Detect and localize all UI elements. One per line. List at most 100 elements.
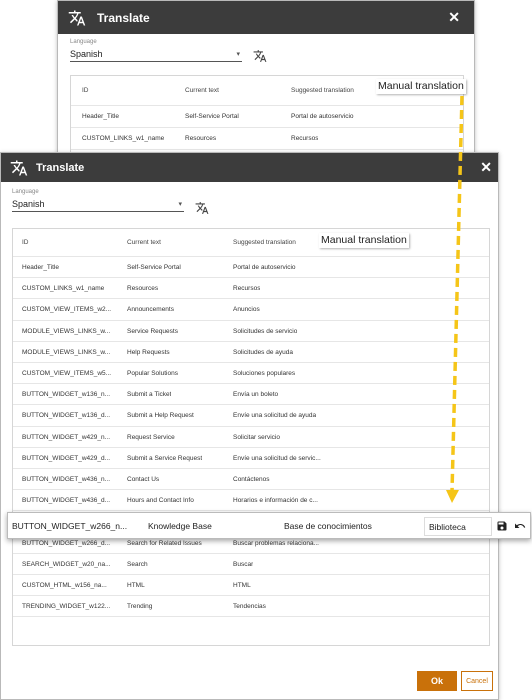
cell-current: Resources [127, 285, 159, 293]
table-row[interactable]: CUSTOM_VIEW_ITEMS_w2... Announcements Anun… [13, 299, 489, 321]
cell-id: Header_Title [22, 264, 59, 271]
cell-id: CUSTOM_VIEW_ITEMS_w2... [22, 306, 112, 314]
table-row[interactable]: Header_Title Self-Service Portal Portal de… [13, 257, 489, 279]
front-language-label: Language [12, 189, 39, 195]
cell-current: Service Requests [127, 327, 178, 335]
table-row[interactable]: BUTTON_WIDGET_w436_d... Hours and Contact… [13, 490, 489, 512]
front-language-value: Spanish [12, 199, 45, 209]
cancel-button[interactable]: Cancel [461, 671, 493, 691]
back-dialog-title: Translate [97, 10, 150, 25]
table-row[interactable]: CUSTOM_LINKS_w1_name Resources Recursos [71, 128, 463, 150]
table-row[interactable]: SEARCH_WIDGET_w20_na... Search Buscar [13, 554, 489, 575]
back-language-value: Spanish [70, 49, 103, 59]
auto-translate-icon[interactable] [195, 201, 209, 215]
front-translate-dialog: Translate ✕ Language Spanish ▾ ID Curren… [0, 152, 499, 700]
front-title-bar: Translate ✕ [1, 153, 498, 182]
front-translation-table: ID Current text Suggested translation He… [12, 228, 490, 646]
cell-current: Submit a Ticket [127, 391, 172, 399]
back-title-bar: Translate ✕ [58, 1, 474, 34]
cell-current: Popular Solutions [127, 370, 178, 377]
table-row[interactable]: BUTTON_WIDGET_w136_n... Submit a Ticket En… [13, 384, 489, 406]
front-table-header: ID Current text Suggested translation [13, 229, 489, 257]
save-icon[interactable] [496, 520, 508, 532]
cell-id: BUTTON_WIDGET_w436_n... [22, 476, 111, 483]
cell-id: CUSTOM_LINKS_w1_name [22, 285, 105, 293]
cell-id: Header_Title [82, 113, 119, 120]
edit-cell-suggested: Base de conocimientos [284, 521, 372, 531]
table-row[interactable]: MODULE_VIEWS_LINKS_w... Help Requests Soli… [13, 342, 489, 363]
table-row[interactable]: CUSTOM_LINKS_w1_name Resources Recursos [13, 278, 489, 300]
cell-id: MODULE_VIEWS_LINKS_w... [22, 348, 111, 356]
cell-suggested: Solicitar servicio [233, 433, 280, 441]
back-language-label: Language [70, 39, 97, 45]
cell-id: CUSTOM_VIEW_ITEMS_w5... [22, 370, 112, 377]
table-row[interactable]: BUTTON_WIDGET_w136_d... Submit a Help Req… [13, 405, 489, 427]
cell-suggested: Recursos [291, 135, 319, 142]
table-row[interactable]: CUSTOM_VIEW_ITEMS_w5... Popular Solutions… [13, 363, 489, 385]
cell-suggested: Solicitudes de servicio [233, 327, 298, 335]
cell-id: CUSTOM_LINKS_w1_name [82, 135, 165, 142]
front-language-select[interactable]: Spanish ▾ [12, 199, 184, 212]
cell-current: Submit a Help Request [127, 412, 194, 420]
cell-id: CUSTOM_HTML_w156_na... [22, 582, 107, 589]
cell-id: BUTTON_WIDGET_w429_d... [22, 454, 111, 462]
manual-translation-callout-back: Manual translation [376, 79, 466, 94]
manual-translation-callout-front: Manual translation [319, 233, 409, 248]
cell-id: SEARCH_WIDGET_w20_na... [22, 560, 111, 568]
table-row[interactable]: BUTTON_WIDGET_w429_d... Submit a Service … [13, 448, 489, 469]
cell-suggested: HTML [233, 582, 251, 589]
front-header-id: ID [22, 239, 29, 246]
cell-suggested: Envíe una solicitud de ayuda [233, 412, 317, 420]
table-row[interactable]: BUTTON_WIDGET_w429_n... Request Service So… [13, 427, 489, 448]
translate-icon [68, 10, 86, 25]
cell-current: Hours and Contact Info [127, 497, 194, 505]
translate-icon [10, 160, 28, 175]
table-row[interactable]: Header_Title Self-Service Portal Portal … [71, 106, 463, 128]
chevron-down-icon: ▾ [178, 201, 182, 208]
cell-suggested: Envía un boleto [233, 391, 279, 399]
cell-current: Search [127, 560, 148, 568]
cell-id: BUTTON_WIDGET_w136_n... [22, 391, 111, 399]
editing-table-row[interactable]: BUTTON_WIDGET_w266_n... Knowledge Base B… [7, 512, 531, 539]
cell-current: Announcements [127, 306, 174, 314]
back-close-icon[interactable]: ✕ [448, 9, 460, 26]
cell-current: Contact Us [127, 476, 160, 483]
cell-current: Resources [185, 135, 217, 142]
auto-translate-icon[interactable] [253, 49, 267, 63]
cell-current: Self-Service Portal [127, 264, 181, 271]
cell-suggested: Recursos [233, 285, 261, 293]
cell-current: HTML [127, 582, 145, 589]
front-header-current: Current text [127, 239, 161, 246]
table-row[interactable]: MODULE_VIEWS_LINKS_w... Service Requests S… [13, 321, 489, 342]
cell-current: Trending [127, 603, 153, 611]
table-row[interactable]: CUSTOM_HTML_w156_na... HTML HTML [13, 575, 489, 597]
table-row[interactable]: BUTTON_WIDGET_w436_n... Contact Us Contáct… [13, 469, 489, 491]
cell-current: Submit a Service Request [127, 454, 203, 462]
manual-translation-input[interactable] [424, 517, 492, 536]
ok-button[interactable]: Ok [417, 671, 457, 691]
back-language-select[interactable]: Spanish ▾ [70, 49, 242, 62]
cell-id: BUTTON_WIDGET_w429_n... [22, 433, 111, 441]
cell-suggested: Solicitudes de ayuda [233, 348, 293, 356]
back-header-current: Current text [185, 87, 219, 94]
back-header-id: ID [82, 87, 89, 94]
front-close-icon[interactable]: ✕ [480, 159, 492, 176]
chevron-down-icon: ▾ [236, 51, 240, 58]
cell-current: Self-Service Portal [185, 113, 239, 120]
cell-suggested: Envíe una solicitud de servic... [233, 454, 321, 462]
back-header-suggested: Suggested translation [291, 87, 354, 94]
cell-suggested: Anuncios [233, 306, 260, 314]
cell-suggested: Horarios e información de c... [233, 497, 318, 505]
cell-suggested: Soluciones populares [233, 370, 296, 377]
cell-id: BUTTON_WIDGET_w136_d... [22, 412, 111, 420]
table-row[interactable]: TRENDING_WIDGET_w122... Trending Tendencia… [13, 596, 489, 618]
cell-current: Help Requests [127, 348, 170, 356]
cell-suggested: Buscar [233, 560, 254, 568]
undo-icon[interactable] [514, 520, 526, 532]
cell-id: BUTTON_WIDGET_w436_d... [22, 497, 111, 505]
cell-current: Request Service [127, 433, 175, 441]
cell-suggested: Portal de autoservicio [291, 113, 354, 120]
cell-suggested: Portal de autoservicio [233, 264, 296, 271]
cell-id: MODULE_VIEWS_LINKS_w... [22, 327, 111, 335]
cell-suggested: Contáctenos [233, 476, 270, 483]
